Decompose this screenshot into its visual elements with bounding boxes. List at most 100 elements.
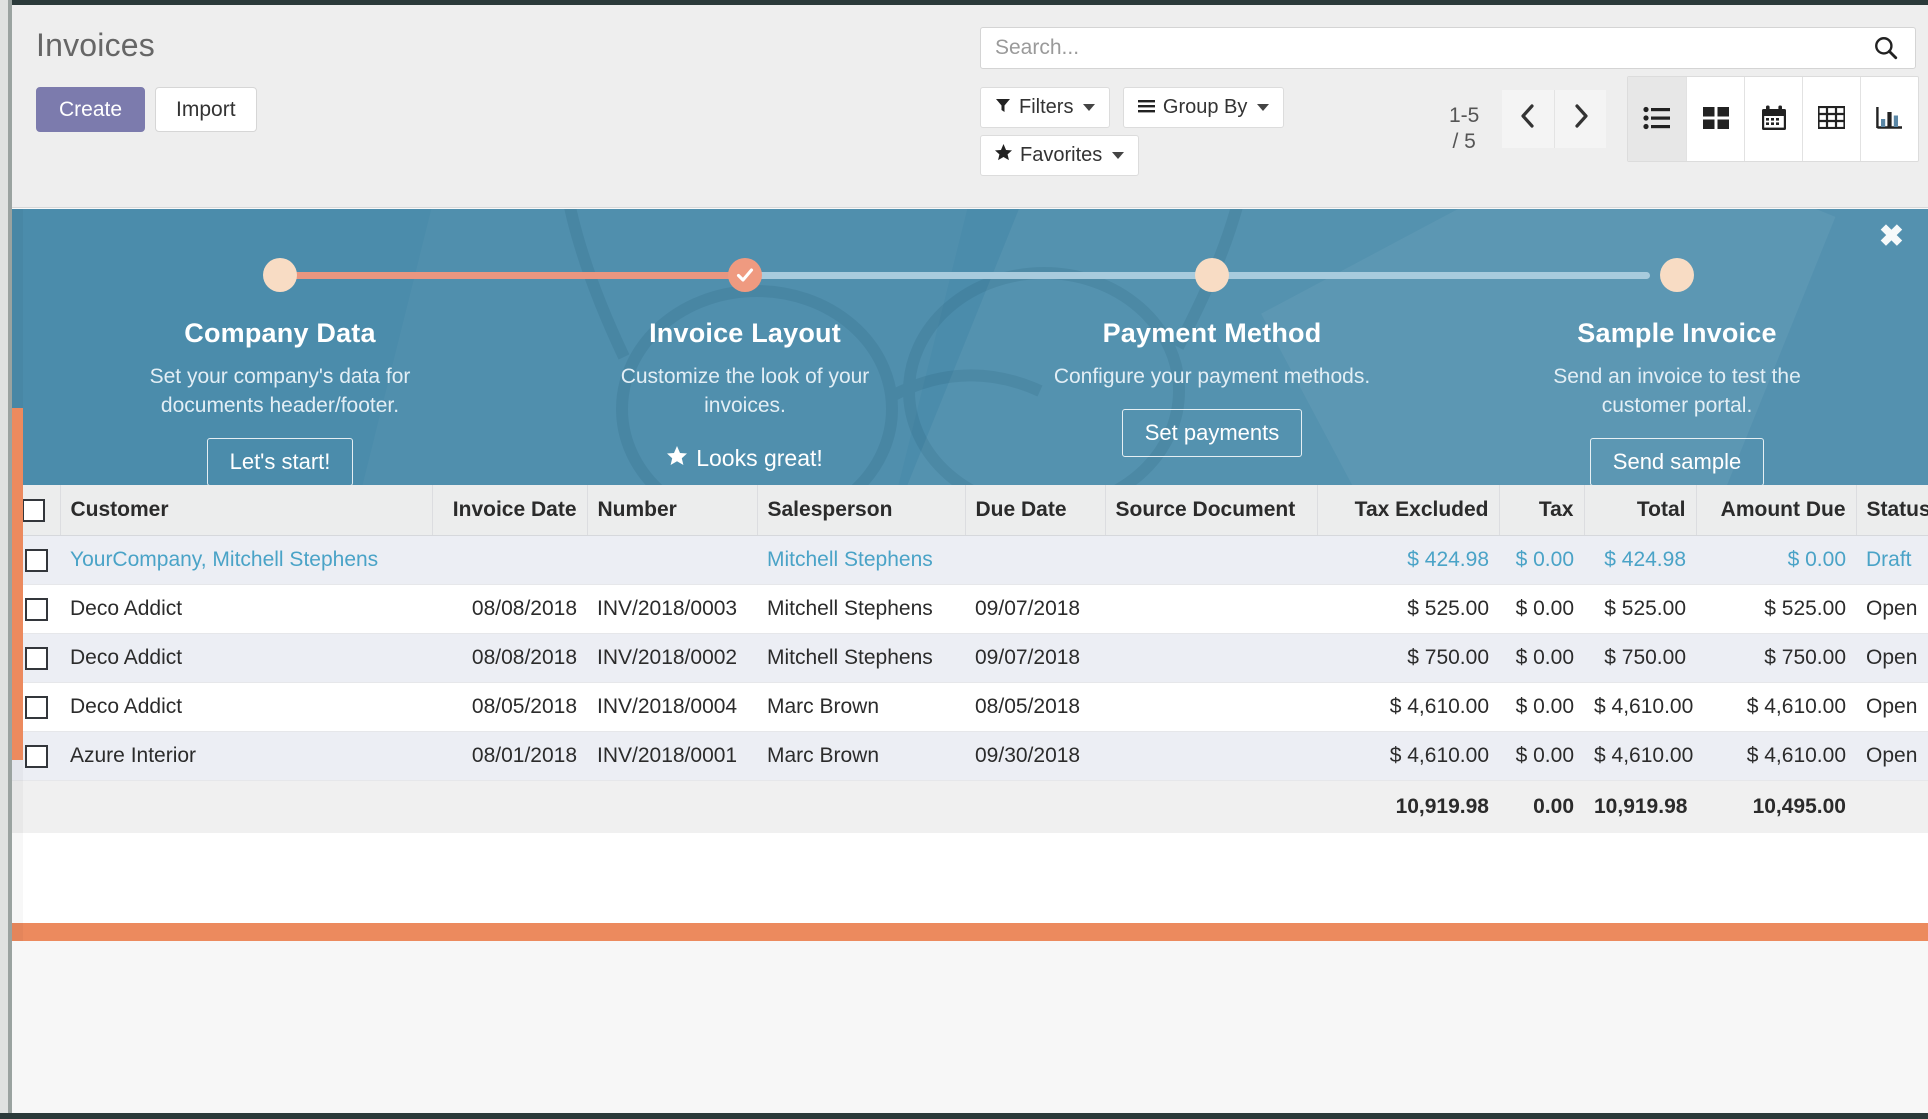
favorites-dropdown[interactable]: Favorites — [980, 135, 1140, 176]
search-icon[interactable] — [1873, 35, 1899, 61]
cell-total: $ 525.00 — [1584, 584, 1696, 634]
vertical-scrollbar-thumb[interactable] — [12, 408, 23, 760]
step-description: Configure your payment methods. — [1053, 365, 1371, 388]
row-checkbox[interactable] — [24, 744, 48, 768]
column-header-status[interactable]: Status — [1856, 485, 1928, 536]
table-row[interactable]: YourCompany, Mitchell Stephens Mitchell … — [12, 535, 1928, 585]
step-dot-sample-invoice[interactable] — [1660, 258, 1694, 292]
step-dot-company-data[interactable] — [263, 258, 297, 292]
cell-number — [587, 535, 757, 585]
column-header-total[interactable]: Total — [1584, 485, 1697, 536]
step-action: Set payments — [1002, 408, 1422, 457]
cell-amount-due: $ 0.00 — [1696, 535, 1856, 585]
column-header-tax-excluded[interactable]: Tax Excluded — [1317, 485, 1500, 536]
table-row[interactable]: Deco Addict 08/08/2018 INV/2018/0002 Mit… — [12, 633, 1928, 683]
cell-customer: Deco Addict — [60, 682, 432, 732]
column-header-tax[interactable]: Tax — [1499, 485, 1585, 536]
import-button[interactable]: Import — [155, 87, 257, 133]
group-by-dropdown[interactable]: Group By — [1122, 87, 1285, 128]
pager-next-button[interactable] — [1554, 90, 1606, 148]
calendar-view-icon — [1761, 105, 1787, 134]
cell-amount-due: $ 4,610.00 — [1696, 731, 1856, 781]
looks-great-link[interactable]: Looks great! — [667, 445, 823, 472]
window-left-edge — [0, 0, 8, 1119]
onboarding-step-sample-invoice: Sample Invoice Send an invoice to test t… — [1467, 209, 1887, 485]
send-sample-button[interactable]: Send sample — [1589, 437, 1765, 485]
status-badge: Open — [1856, 682, 1928, 732]
chevron-down-icon — [1257, 104, 1270, 111]
column-header-due-date[interactable]: Due Date — [965, 485, 1106, 536]
search-input[interactable] — [981, 36, 1873, 60]
cell-due-date: 09/30/2018 — [965, 731, 1105, 781]
page-title: Invoices — [36, 27, 155, 63]
table-row[interactable]: Azure Interior 08/01/2018 INV/2018/0001 … — [12, 731, 1928, 781]
row-checkbox[interactable] — [24, 646, 48, 670]
invoice-list-view: Customer Invoice Date Number Salesperson… — [12, 485, 1928, 923]
cell-customer: Deco Addict — [60, 633, 432, 683]
row-checkbox[interactable] — [24, 597, 48, 621]
row-checkbox[interactable] — [24, 548, 48, 572]
status-badge: Open — [1856, 731, 1928, 781]
step-dot-payment-method[interactable] — [1195, 258, 1229, 292]
cell-tax: $ 0.00 — [1499, 731, 1584, 781]
cell-invoice-date: 08/01/2018 — [432, 731, 587, 781]
looks-great-label: Looks great! — [696, 444, 823, 471]
cell-tax-excluded: $ 525.00 — [1317, 584, 1499, 634]
horizontal-scrollbar[interactable] — [12, 923, 1928, 941]
chevron-right-icon — [1573, 103, 1589, 136]
step-dot-invoice-layout[interactable] — [728, 258, 762, 292]
select-all-checkbox[interactable] — [22, 498, 45, 522]
lets-start-button[interactable]: Let's start! — [206, 437, 354, 485]
cell-total: $ 4,610.00 — [1584, 731, 1696, 781]
cell-customer: Deco Addict — [60, 584, 432, 634]
pager-previous-button[interactable] — [1502, 90, 1554, 148]
list-view-button[interactable] — [1628, 77, 1686, 161]
column-header-customer[interactable]: Customer — [60, 485, 433, 536]
table-row[interactable]: Deco Addict 08/05/2018 INV/2018/0004 Mar… — [12, 682, 1928, 732]
chevron-down-icon — [1112, 152, 1125, 159]
column-header-source-document[interactable]: Source Document — [1105, 485, 1318, 536]
set-payments-button[interactable]: Set payments — [1121, 408, 1303, 457]
group-by-label: Group By — [1162, 96, 1248, 118]
column-header-invoice-date[interactable]: Invoice Date — [432, 485, 588, 536]
cell-due-date — [965, 535, 1105, 585]
cell-source-document — [1105, 682, 1317, 732]
column-header-salesperson[interactable]: Salesperson — [757, 485, 966, 536]
check-icon — [736, 268, 754, 282]
chevron-left-icon — [1520, 103, 1536, 136]
row-checkbox[interactable] — [24, 695, 48, 719]
invoice-table-head: Customer Invoice Date Number Salesperson… — [12, 485, 1928, 536]
cell-invoice-date: 08/05/2018 — [432, 682, 587, 732]
table-row[interactable]: Deco Addict 08/08/2018 INV/2018/0003 Mit… — [12, 584, 1928, 634]
filter-icon — [995, 96, 1011, 119]
step-title: Payment Method — [1102, 318, 1322, 348]
status-badge: Open — [1856, 584, 1928, 634]
step-action: Looks great! — [535, 445, 955, 472]
onboarding-banner: ✖ Company Data Set your company's data f… — [12, 209, 1928, 485]
filters-dropdown[interactable]: Filters — [980, 87, 1111, 128]
step-description: Customize the look of your invoices. — [620, 365, 870, 417]
cell-number: INV/2018/0002 — [587, 633, 757, 683]
cell-tax: $ 0.00 — [1499, 682, 1584, 732]
cell-salesperson: Mitchell Stephens — [757, 584, 965, 634]
kanban-view-button[interactable] — [1686, 77, 1744, 161]
search-view[interactable] — [980, 27, 1916, 69]
cell-due-date: 09/07/2018 — [965, 633, 1105, 683]
total-tax-excluded: 10,919.98 — [1317, 780, 1499, 833]
step-title: Invoice Layout — [649, 318, 841, 348]
status-badge: Open — [1856, 633, 1928, 683]
list-lines-icon — [1137, 96, 1155, 119]
column-header-number[interactable]: Number — [587, 485, 758, 536]
footer-spacer — [757, 780, 965, 833]
footer-spacer — [965, 780, 1105, 833]
create-button[interactable]: Create — [36, 87, 146, 133]
graph-view-button[interactable] — [1860, 77, 1918, 161]
calendar-view-button[interactable] — [1744, 77, 1802, 161]
step-description: Send an invoice to test the customer por… — [1553, 365, 1801, 417]
cell-invoice-date: 08/08/2018 — [432, 584, 587, 634]
cell-invoice-date — [432, 535, 587, 585]
pivot-view-button[interactable] — [1802, 77, 1860, 161]
customer-link[interactable]: YourCompany, Mitchell Stephens — [70, 548, 378, 571]
column-header-amount-due[interactable]: Amount Due — [1696, 485, 1857, 536]
footer-spacer — [60, 780, 432, 833]
